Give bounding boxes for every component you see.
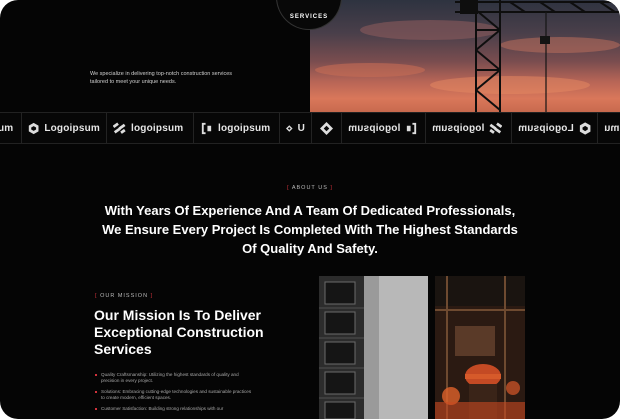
logo-item: Logoipsum <box>512 113 598 143</box>
tag-bracket-close: ] <box>150 293 154 299</box>
logo-item: logoipsum <box>194 113 280 143</box>
tag-bracket-close: ] <box>330 185 333 191</box>
about-heading-line: We Ensure Every Project Is Completed Wit… <box>102 222 518 237</box>
mission-heading-line: Services <box>94 341 152 357</box>
bracket-logo-icon <box>201 122 212 135</box>
diamond-logo-icon <box>286 125 293 132</box>
logo-label: logoipsum <box>348 123 401 134</box>
logo-item: U <box>280 113 312 143</box>
mission-points-list: Quality Craftsmanship: Utilizing the hig… <box>94 372 254 417</box>
stripes-logo-icon <box>489 122 503 134</box>
mission-heading-line: Exceptional Construction <box>94 324 264 340</box>
tag-bracket-open: [ <box>287 185 290 191</box>
about-section-tag: [ ABOUT US ] <box>0 185 620 191</box>
about-heading-line: With Years Of Experience And A Team Of D… <box>104 203 516 218</box>
logo-label: logoipsum <box>218 123 271 134</box>
building-illustration <box>319 276 428 419</box>
logo-item <box>312 113 342 143</box>
page-frame: SERVICES We specialize in delivering top… <box>0 0 620 419</box>
mission-point: Solutions: Embracing cutting-edge techno… <box>94 389 254 401</box>
logo-label: U <box>297 123 305 134</box>
logo-label: mu <box>604 123 620 134</box>
mission-section-tag: [ OUR MISSION ] <box>95 293 153 299</box>
stripes-logo-icon <box>113 122 126 134</box>
logo-label: Logoipsum <box>44 123 100 134</box>
logo-strip: um Logoipsum logoipsum logoipsum U logoi… <box>0 112 620 144</box>
diamond-logo-icon <box>320 122 333 135</box>
logo-label: logoipsum <box>432 123 485 134</box>
worker-helmet-image <box>435 276 525 419</box>
mission-tag-label: OUR MISSION <box>100 293 149 299</box>
mission-point: Customer Satisfaction: Building strong r… <box>94 406 254 412</box>
hexagon-logo-icon <box>28 122 39 135</box>
tag-bracket-open: [ <box>95 293 98 299</box>
about-heading-line: Of Quality And Safety. <box>242 241 378 256</box>
hero-description: We specialize in delivering top-notch co… <box>90 71 233 85</box>
logo-item: Logoipsum <box>22 113 107 143</box>
logo-item: um <box>0 113 22 143</box>
logo-item: logoipsum <box>342 113 426 143</box>
mission-point: Quality Craftsmanship: Utilizing the hig… <box>94 372 254 384</box>
crane-illustration <box>315 0 620 112</box>
logo-label: Logoipsum <box>518 123 574 134</box>
hero-crane-image <box>310 0 620 112</box>
mission-heading: Our Mission Is To Deliver Exceptional Co… <box>94 307 294 358</box>
mission-heading-line: Our Mission Is To Deliver <box>94 307 262 323</box>
logo-label: um <box>0 123 14 134</box>
logo-item: logoipsum <box>107 113 194 143</box>
about-heading: With Years Of Experience And A Team Of D… <box>60 201 560 258</box>
logo-item: logoipsum <box>426 113 512 143</box>
hexagon-logo-icon <box>579 122 591 135</box>
worker-illustration <box>435 276 525 419</box>
building-facade-image <box>319 276 428 419</box>
services-badge-label: SERVICES <box>289 14 329 20</box>
logo-item: mu <box>598 113 620 143</box>
about-tag-label: ABOUT US <box>291 185 328 191</box>
logo-label: logoipsum <box>131 123 184 134</box>
bracket-logo-icon <box>407 122 417 135</box>
